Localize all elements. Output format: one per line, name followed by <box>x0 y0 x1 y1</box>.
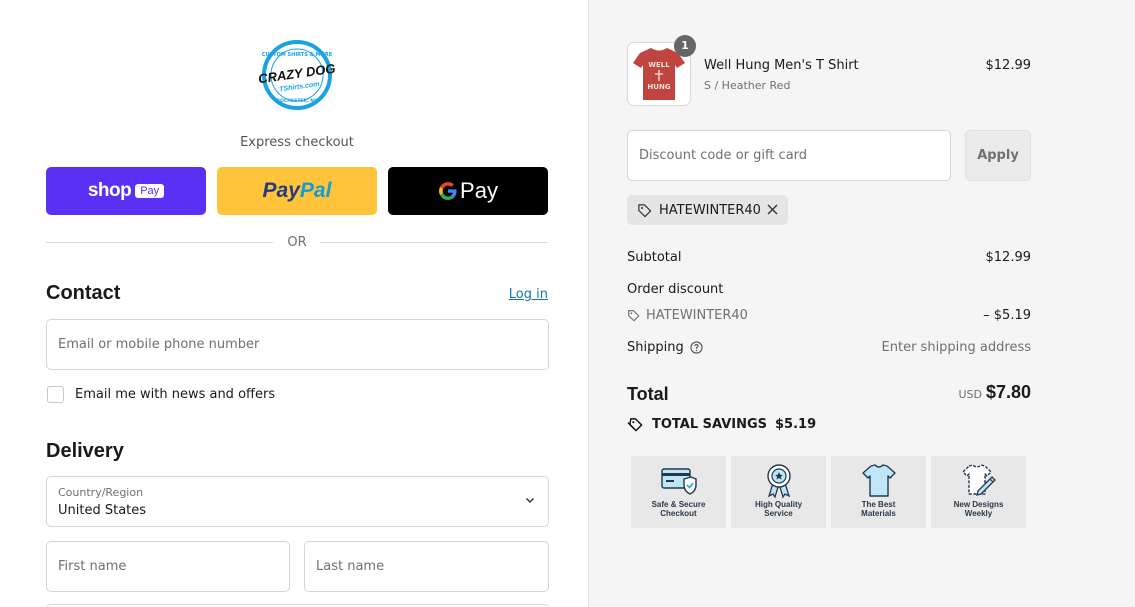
product-name: Well Hung Men's T Shirt <box>704 58 859 73</box>
shop-pay-tag: Pay <box>135 184 165 198</box>
subtotal-value: $12.99 <box>985 250 1032 265</box>
tag-icon <box>628 310 640 322</box>
email-field[interactable]: Email or mobile phone number <box>46 319 549 370</box>
shop-pay-wordmark: shop <box>87 180 132 201</box>
badge-line2: Service <box>764 509 793 518</box>
google-pay-button[interactable]: Pay <box>388 167 548 215</box>
paypal-button[interactable]: PayPal <box>217 167 377 215</box>
badge-line1: New Designs <box>953 500 1004 509</box>
credit-card-shield-icon <box>661 468 697 495</box>
delivery-heading: Delivery <box>46 440 124 462</box>
order-summary-panel: WELL HUNG 1 Well Hung Men's T Shirt S / … <box>588 0 1135 607</box>
shipping-row: Shipping <box>627 340 703 355</box>
crazy-dog-logo[interactable]: CUSTOM SHIRTS & MORE CRAZY DOG TShirts.c… <box>257 40 337 110</box>
country-label: Country/Region <box>58 486 144 499</box>
award-ribbon-icon <box>767 464 791 499</box>
product-price: $12.99 <box>985 58 1032 73</box>
badge-line2: Materials <box>861 509 896 518</box>
savings-value: $5.19 <box>775 417 817 432</box>
tshirt-icon <box>862 464 896 497</box>
login-link[interactable]: Log in <box>495 287 548 302</box>
discount-code-field[interactable]: Discount code or gift card <box>627 130 951 181</box>
remove-discount-icon[interactable] <box>766 203 779 216</box>
badge-line2: Checkout <box>660 509 697 518</box>
chevron-down-icon <box>526 498 534 503</box>
subtotal-label: Subtotal <box>627 250 682 265</box>
help-circle-icon[interactable] <box>690 341 703 354</box>
badge-line2: Weekly <box>964 509 993 518</box>
checkout-form-panel: CUSTOM SHIRTS & MORE CRAZY DOG TShirts.c… <box>0 0 588 607</box>
discount-code-text: HATEWINTER40 <box>646 308 748 323</box>
first-name-field[interactable]: First name <box>46 541 290 592</box>
shop-pay-button[interactable]: shop Pay <box>46 167 206 215</box>
svg-text:WELL: WELL <box>648 61 670 69</box>
product-variant: S / Heather Red <box>704 79 791 92</box>
savings-label: TOTAL SAVINGS <box>652 417 768 432</box>
contact-heading: Contact <box>46 282 121 304</box>
total-amount: USD $7.80 <box>839 382 1031 403</box>
svg-text:ROCHESTER, NY: ROCHESTER, NY <box>277 98 318 104</box>
discount-value: – $5.19 <box>983 308 1031 323</box>
paypal-wordmark: PayPal <box>262 179 332 202</box>
applied-discount-chip: HATEWINTER40 <box>627 195 788 225</box>
last-name-field[interactable]: Last name <box>304 541 549 592</box>
shipping-value: Enter shipping address <box>881 340 1031 355</box>
shipping-label: Shipping <box>627 340 684 355</box>
badge-line1: High Quality <box>754 500 803 509</box>
express-checkout-title: Express checkout <box>240 135 354 150</box>
discount-placeholder: Discount code or gift card <box>639 148 808 163</box>
badge-line1: Safe & Secure <box>651 500 706 509</box>
order-discount-label: Order discount <box>627 282 724 297</box>
trust-badge-secure-checkout: Safe & Secure Checkout <box>631 456 726 528</box>
newsletter-checkbox[interactable] <box>47 386 64 403</box>
tag-icon <box>638 203 652 217</box>
country-value: United States <box>58 503 147 518</box>
apply-button[interactable]: Apply <box>965 130 1031 181</box>
svg-text:HUNG: HUNG <box>647 83 670 91</box>
google-pay-wordmark: Pay <box>438 178 498 204</box>
badge-line1: The Best <box>861 500 896 509</box>
or-label: OR <box>287 235 307 250</box>
trust-badge-best-materials: The Best Materials <box>831 456 926 528</box>
discount-code-row: HATEWINTER40 <box>627 308 748 323</box>
total-label: Total <box>627 384 669 404</box>
or-divider: OR <box>46 233 548 253</box>
quantity-badge: 1 <box>674 35 696 57</box>
applied-code-text: HATEWINTER40 <box>659 202 761 218</box>
tshirt-pencil-icon <box>962 464 996 496</box>
currency-code: USD <box>958 388 982 401</box>
trust-badge-high-quality: High Quality Service <box>731 456 826 528</box>
country-select[interactable]: Country/Region United States <box>46 476 549 527</box>
total-value: $7.80 <box>985 382 1031 402</box>
newsletter-label: Email me with news and offers <box>75 387 276 402</box>
trust-badge-new-designs: New Designs Weekly <box>931 456 1026 528</box>
email-placeholder: Email or mobile phone number <box>58 337 260 352</box>
total-savings: TOTAL SAVINGS $5.19 <box>627 417 816 432</box>
google-g-icon <box>439 182 457 200</box>
svg-text:CUSTOM SHIRTS & MORE: CUSTOM SHIRTS & MORE <box>262 52 333 58</box>
first-name-placeholder: First name <box>58 559 127 574</box>
last-name-placeholder: Last name <box>316 559 385 574</box>
tags-icon <box>627 418 643 432</box>
